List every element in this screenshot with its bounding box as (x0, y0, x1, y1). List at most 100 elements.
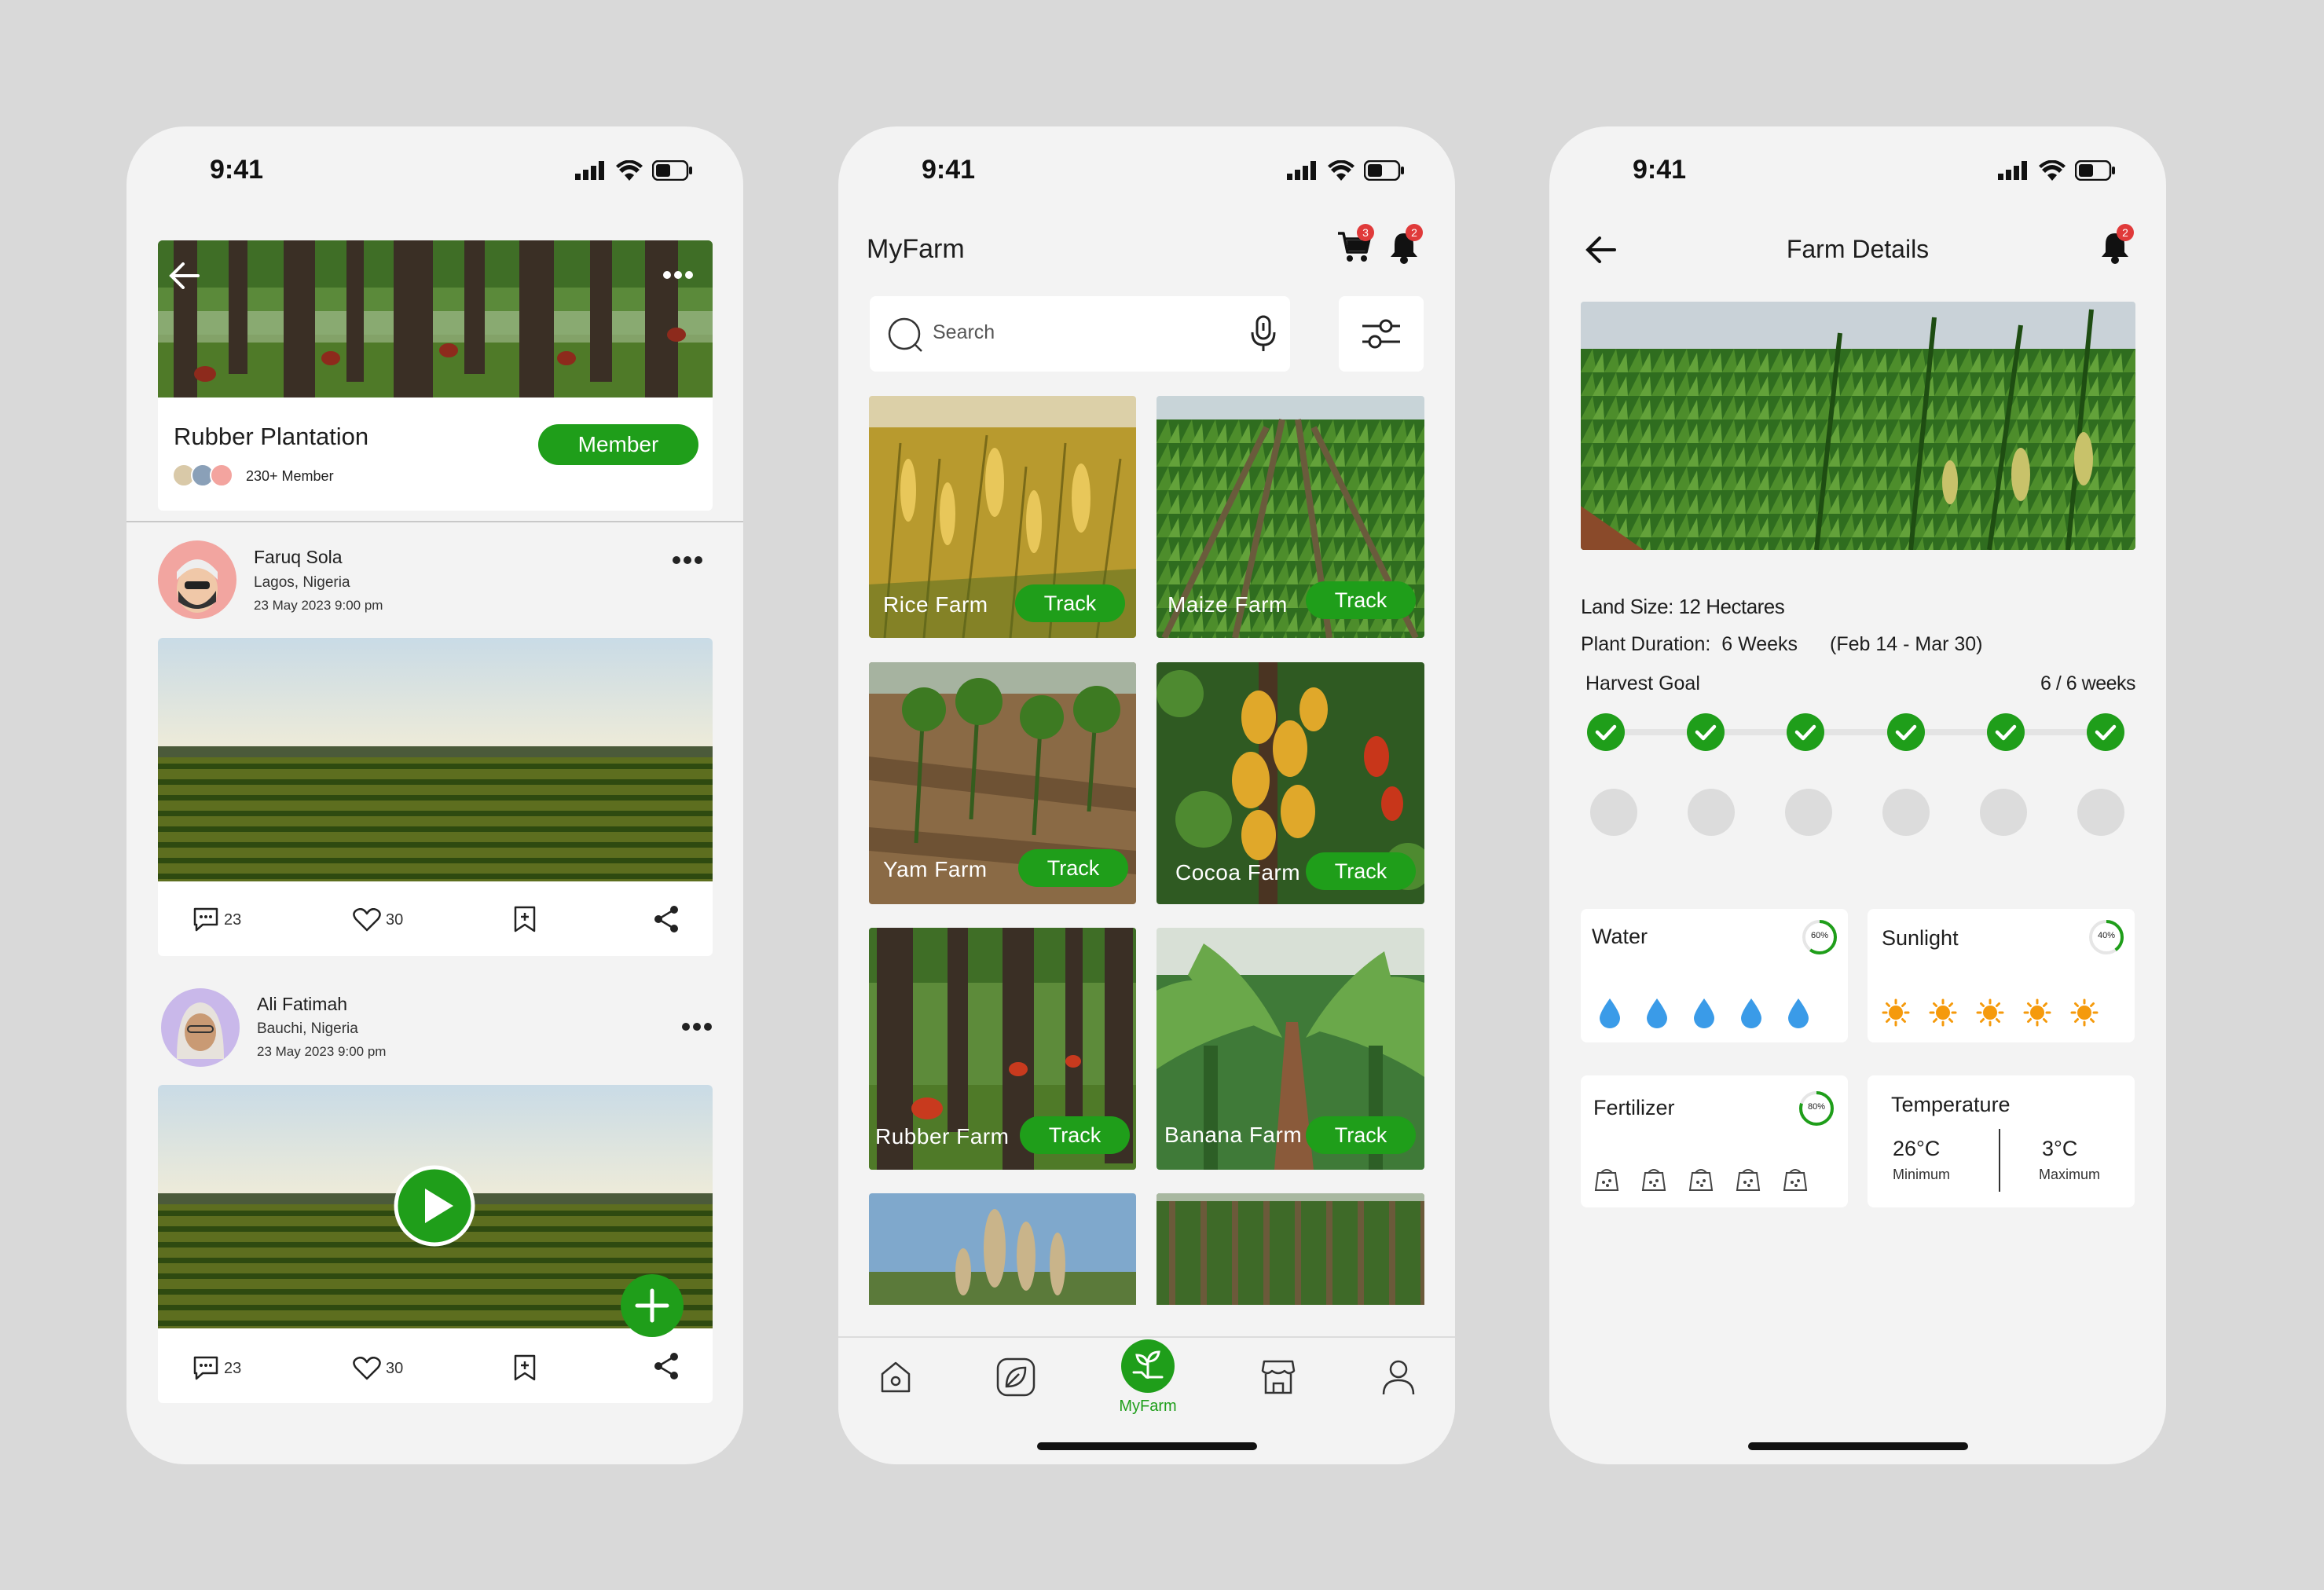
home-icon[interactable] (878, 1360, 914, 1396)
farm-card-banana[interactable]: Banana Farm Track (1157, 928, 1424, 1170)
temperature-min: 26°C (1893, 1137, 1941, 1160)
fertilizer-label: Fertilizer (1593, 1096, 1675, 1119)
myfarm-screen: 9:41 MyFarm 3 2 Search Rice Farm Track M… (838, 126, 1455, 1464)
profile-icon[interactable] (1380, 1358, 1417, 1396)
post-media-card: 23 30 (158, 638, 713, 956)
signal-icon (1998, 161, 2027, 180)
timeline-track (1601, 729, 2120, 735)
temperature-max: 3°C (2042, 1137, 2078, 1160)
check-icon (1687, 713, 1725, 751)
post-date: 23 May 2023 9:00 pm (254, 598, 383, 613)
more-options-icon[interactable] (672, 555, 703, 565)
temperature-min-label: Minimum (1893, 1167, 1951, 1182)
track-button[interactable]: Track (1018, 849, 1128, 887)
more-options-icon[interactable] (681, 1022, 713, 1031)
nav-myfarm[interactable]: MyFarm (1116, 1338, 1179, 1424)
track-button[interactable]: Track (1306, 1116, 1416, 1154)
maize-farm-photo (1581, 302, 2135, 550)
track-button[interactable]: Track (1306, 581, 1416, 619)
fertilizer-bag-icon (1688, 1169, 1714, 1191)
wifi-icon (616, 160, 643, 181)
farm-card-yam[interactable]: Yam Farm Track (869, 662, 1136, 904)
avatar[interactable] (161, 988, 240, 1067)
home-indicator (1747, 1442, 1968, 1450)
temperature-card[interactable]: Temperature 26°C Minimum 3°C Maximum (1868, 1075, 2135, 1207)
water-card[interactable]: Water 60% (1581, 909, 1848, 1042)
fertilizer-percent: 80% (1807, 1102, 1826, 1112)
sunlight-card[interactable]: Sunlight 40% (1868, 909, 2135, 1042)
field-photo[interactable] (158, 638, 713, 881)
harvest-timeline (1585, 712, 2135, 853)
farm-name: Cocoa Farm (1175, 860, 1301, 885)
water-percent: 60% (1810, 931, 1829, 940)
water-drop-icon (1741, 998, 1761, 1028)
heart-icon[interactable] (353, 908, 381, 932)
check-icon (1787, 713, 1824, 751)
farm-card-maize[interactable]: Maize Farm Track (1157, 396, 1424, 638)
leaf-icon[interactable] (995, 1357, 1036, 1398)
heart-icon[interactable] (353, 1357, 381, 1380)
fertilizer-bag-icon (1783, 1169, 1808, 1191)
share-icon[interactable] (653, 1352, 680, 1380)
bookmark-icon[interactable] (513, 1354, 537, 1382)
week-dot (1785, 789, 1832, 836)
week-dot (1590, 789, 1637, 836)
check-icon (1887, 713, 1925, 751)
farm-grid: Rice Farm Track Maize Farm Track Yam Far… (838, 126, 1455, 1305)
like-count: 30 (386, 1360, 404, 1377)
post-media-card: 23 30 (158, 1085, 713, 1403)
farm-details-screen: 9:41 Farm Details 2 Land Size: 12 Hectar… (1549, 126, 2166, 1464)
sun-icon (1929, 998, 1957, 1027)
farm-card-rubber[interactable]: Rubber Farm Track (869, 928, 1136, 1170)
notifications-button[interactable]: 2 (2099, 224, 2134, 266)
track-button[interactable]: Track (1015, 584, 1125, 622)
plant-icon (1121, 1339, 1175, 1393)
farm-card-cocoa[interactable]: Cocoa Farm Track (1157, 662, 1424, 904)
battery-icon (652, 160, 692, 181)
fertilizer-card[interactable]: Fertilizer 80% (1581, 1075, 1848, 1207)
land-size: Land Size: 12 Hectares (1581, 595, 1785, 618)
member-count: 230+ Member (246, 468, 334, 484)
avatar[interactable] (158, 540, 236, 619)
bell-badge: 2 (2117, 224, 2134, 241)
water-drop-icon (1647, 998, 1667, 1028)
date-range: (Feb 14 - Mar 30) (1830, 633, 1983, 655)
back-arrow-icon[interactable] (169, 262, 200, 289)
sunlight-percent: 40% (2097, 931, 2116, 940)
sunlight-label: Sunlight (1882, 926, 1959, 950)
play-icon[interactable] (394, 1165, 475, 1247)
track-button[interactable]: Track (1306, 852, 1416, 890)
post-author[interactable]: Faruq Sola (254, 547, 343, 568)
rubber-plantation-banner (158, 240, 713, 398)
check-icon (1987, 713, 2025, 751)
fertilizer-bag-icon (1641, 1169, 1666, 1191)
wifi-icon (2039, 160, 2066, 181)
comment-icon[interactable] (192, 907, 219, 932)
add-post-icon[interactable] (620, 1273, 684, 1338)
post-author[interactable]: Ali Fatimah (257, 994, 347, 1015)
share-icon[interactable] (653, 905, 680, 933)
water-drop-icon (1788, 998, 1809, 1028)
home-indicator (1036, 1442, 1257, 1450)
farm-card-rice[interactable]: Rice Farm Track (869, 396, 1136, 638)
sun-icon (2023, 998, 2051, 1027)
farm-card-millet[interactable] (869, 1193, 1136, 1305)
comment-count: 23 (224, 1360, 242, 1377)
farm-card-bean[interactable] (1157, 1193, 1424, 1305)
track-button[interactable]: Track (1020, 1116, 1130, 1154)
store-icon[interactable] (1259, 1358, 1297, 1396)
post-date: 23 May 2023 9:00 pm (257, 1044, 387, 1059)
comment-icon[interactable] (192, 1355, 219, 1380)
check-icon (2087, 713, 2124, 751)
nav-label: MyFarm (1119, 1398, 1177, 1415)
week-dot (2077, 789, 2124, 836)
more-options-icon[interactable] (662, 270, 694, 280)
fertilizer-bag-icon (1736, 1169, 1761, 1191)
farm-name: Yam Farm (883, 857, 988, 881)
status-time: 9:41 (210, 155, 264, 185)
bookmark-icon[interactable] (513, 905, 537, 933)
member-button[interactable]: Member (538, 424, 698, 465)
divider (126, 521, 743, 522)
harvest-progress: 6 / 6 weeks (2040, 672, 2135, 694)
water-drop-icon (1600, 998, 1620, 1028)
